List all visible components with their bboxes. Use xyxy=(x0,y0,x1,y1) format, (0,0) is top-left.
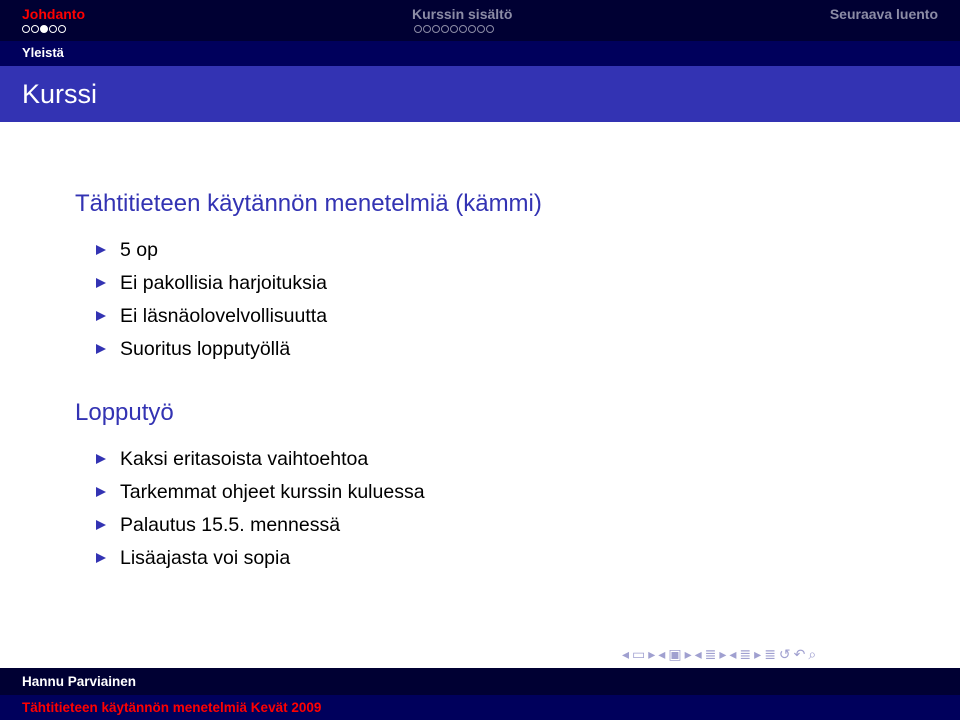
nav-symbol-icon[interactable]: ↺ xyxy=(779,646,792,662)
triangle-bullet-icon xyxy=(96,487,106,497)
nav-symbol-icon[interactable]: ≣ xyxy=(739,646,752,662)
block-title-lopputyo: Lopputyö xyxy=(75,399,174,426)
frame-dot[interactable] xyxy=(432,25,440,33)
section-link-seuraava-luento[interactable]: Seuraava luento xyxy=(830,6,938,22)
triangle-bullet-icon xyxy=(96,520,106,530)
list-item-text: Kaksi eritasoista vaihtoehtoa xyxy=(120,448,369,470)
section-link-johdanto[interactable]: Johdanto xyxy=(22,6,85,22)
list-item-text: Suoritus lopputyöllä xyxy=(120,338,291,360)
nav-symbol-icon[interactable]: ▸ xyxy=(719,646,727,662)
frame-dot[interactable] xyxy=(40,25,48,33)
nav-symbol-icon[interactable]: ≣ xyxy=(705,646,718,662)
triangle-bullet-icon xyxy=(96,245,106,255)
beamer-headline: Johdanto Kurssin sisältö Seuraava luento xyxy=(0,0,960,41)
nav-symbol-icon[interactable]: ▭ xyxy=(632,646,646,662)
list-item-text: Lisäajasta voi sopia xyxy=(120,547,291,569)
nav-symbol-icon[interactable]: ⌕ xyxy=(808,646,817,662)
block-title-kammi: Tähtitieteen käytännön menetelmiä (kämmi… xyxy=(75,190,542,217)
intro-frame-dots xyxy=(22,25,66,33)
subsection-label: Yleistä xyxy=(22,45,64,60)
frame-dot[interactable] xyxy=(49,25,57,33)
footer-course-bar: Tähtitieteen käytännön menetelmiä Kevät … xyxy=(0,695,960,720)
nav-symbol-icon[interactable]: ▸ xyxy=(685,646,693,662)
nav-symbol-icon[interactable]: ▣ xyxy=(668,646,682,662)
frame-dot[interactable] xyxy=(31,25,39,33)
frame-dot[interactable] xyxy=(58,25,66,33)
section-link-kurssin-sisalto[interactable]: Kurssin sisältö xyxy=(412,6,512,22)
list-item-text: 5 op xyxy=(120,239,158,261)
frame-dot[interactable] xyxy=(468,25,476,33)
nav-symbol-icon[interactable]: ◂ xyxy=(622,646,630,662)
list-item-text: Palautus 15.5. mennessä xyxy=(120,514,341,536)
frame-title-bar: Kurssi xyxy=(0,66,960,122)
content-frame-dots xyxy=(414,25,494,33)
triangle-bullet-icon xyxy=(96,344,106,354)
frame-dot[interactable] xyxy=(477,25,485,33)
beamer-navigation-symbols: ◂ ▭ ▸ ◂ ▣ ▸ ◂ ≣ ▸ ◂ ≣ ▸ ≣ ↺ ↶ ⌕ xyxy=(622,646,819,663)
nav-symbol-icon[interactable]: ↶ xyxy=(794,646,807,662)
triangle-bullet-icon xyxy=(96,311,106,321)
nav-symbol-icon[interactable]: ◂ xyxy=(729,646,737,662)
subsection-bar: Yleistä xyxy=(0,41,960,66)
footer-author: Hannu Parviainen xyxy=(22,674,137,689)
footer-course-title: Tähtitieteen käytännön menetelmiä Kevät … xyxy=(22,700,322,715)
list-item-text: Ei läsnäolovelvollisuutta xyxy=(120,305,328,327)
frame-dot[interactable] xyxy=(414,25,422,33)
footer-author-bar: Hannu Parviainen xyxy=(0,668,960,695)
frame-dot[interactable] xyxy=(486,25,494,33)
frame-dot[interactable] xyxy=(450,25,458,33)
nav-symbol-icon[interactable]: ▸ xyxy=(648,646,656,662)
triangle-bullet-icon xyxy=(96,278,106,288)
triangle-bullet-icon xyxy=(96,454,106,464)
list-item-text: Ei pakollisia harjoituksia xyxy=(120,272,328,294)
nav-symbol-icon[interactable]: ≣ xyxy=(764,646,777,662)
frame-dot[interactable] xyxy=(441,25,449,33)
frame-dot[interactable] xyxy=(459,25,467,33)
frame-dot[interactable] xyxy=(423,25,431,33)
triangle-bullet-icon xyxy=(96,553,106,563)
nav-symbol-icon[interactable]: ▸ xyxy=(754,646,762,662)
nav-symbol-icon[interactable]: ◂ xyxy=(695,646,703,662)
frame-dot[interactable] xyxy=(22,25,30,33)
nav-symbol-icon[interactable]: ◂ xyxy=(658,646,666,662)
list-item-text: Tarkemmat ohjeet kurssin kuluessa xyxy=(120,481,425,503)
frame-title: Kurssi xyxy=(22,79,98,109)
